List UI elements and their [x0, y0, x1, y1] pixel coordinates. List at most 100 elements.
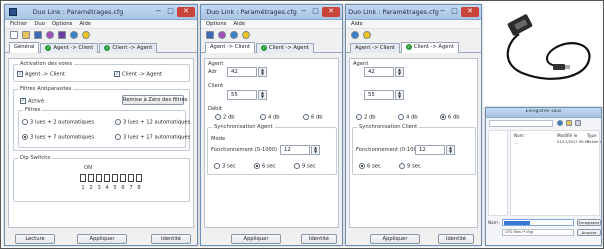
maximize-button[interactable]: □	[165, 7, 176, 17]
remise-zero-button[interactable]: Remise à Zéro des filtres	[122, 95, 188, 105]
help-icon[interactable]	[230, 31, 238, 39]
lecture-button[interactable]: Lecture	[15, 234, 55, 244]
identite-button[interactable]: Identité	[438, 234, 474, 244]
agent-address-spinner[interactable]: ▲ ▼	[395, 67, 404, 77]
dip-switch-1[interactable]	[80, 174, 86, 182]
file-name-input[interactable]	[502, 219, 574, 226]
dip-switch-2[interactable]	[88, 174, 94, 182]
menu-aide[interactable]: Aide	[233, 20, 245, 29]
title-bar[interactable]: Duo Link : Paramétrages.cfg − □ ✕	[346, 5, 481, 20]
tab-client-agent[interactable]: ✓ Client -> Agent	[400, 42, 459, 53]
identite-button[interactable]: Identité	[151, 234, 191, 244]
rate-6db-radio[interactable]: 6 db	[303, 114, 323, 121]
rate-2db-radio[interactable]: 2 db	[215, 114, 235, 121]
client-address-spinner[interactable]: ▲ ▼	[395, 90, 404, 100]
dip-switch-6[interactable]	[120, 174, 126, 182]
open-folder-icon[interactable]	[22, 31, 30, 39]
tab-agent-client[interactable]: Agent -> Client	[205, 42, 255, 53]
agent-client-checkbox[interactable]: ✓ Agent -> Client	[17, 71, 65, 78]
save-icon[interactable]	[34, 31, 42, 39]
dialog-save-button[interactable]: Enregistrer	[577, 219, 601, 226]
close-button[interactable]: ✕	[177, 7, 195, 17]
tab-general[interactable]: Général	[9, 42, 40, 53]
dialog-cancel-button[interactable]: Annuler	[577, 229, 601, 236]
column-type-header[interactable]: Type	[587, 133, 597, 138]
client-address-spinner[interactable]: ▲ ▼	[258, 90, 267, 100]
new-file-icon[interactable]	[10, 31, 18, 39]
write-device-icon[interactable]	[58, 31, 66, 39]
dip-switch-7[interactable]	[128, 174, 134, 182]
client-address-field[interactable]: 55	[227, 90, 257, 100]
close-button[interactable]: ✕	[461, 7, 479, 17]
mode-6sec-label: 6 sec	[367, 163, 381, 170]
dialog-address-bar[interactable]	[489, 120, 553, 127]
dip-switch-4[interactable]	[104, 174, 110, 182]
info-icon[interactable]	[82, 31, 90, 39]
minimize-button[interactable]: −	[437, 7, 448, 17]
mode-9sec-radio[interactable]: 9 sec	[399, 163, 421, 170]
toolbar	[346, 29, 481, 42]
mode-6sec-radio[interactable]: 6 sec	[359, 163, 381, 170]
option-12-auto-radio[interactable]: 3 lues + 12 automatiques	[115, 119, 190, 126]
mode-6sec-radio[interactable]: 6 sec	[254, 163, 276, 170]
option-17-auto-radio[interactable]: 3 lues + 17 automatiques	[115, 134, 190, 141]
option-7-auto-radio[interactable]: 3 lues + 7 automatiques	[22, 134, 94, 141]
tab-agent-client[interactable]: Agent -> Client	[350, 43, 400, 53]
dip-switch-5[interactable]	[112, 174, 118, 182]
save-icon[interactable]	[206, 31, 214, 39]
tab-agent-client[interactable]: ✓ Agent -> Client	[40, 43, 99, 53]
menu-options[interactable]: Options	[52, 20, 72, 29]
identite-button[interactable]: Identité	[301, 234, 337, 244]
menu-options[interactable]: Options	[206, 20, 226, 29]
rate-4db-radio[interactable]: 4 db	[398, 114, 418, 121]
client-agent-checkbox[interactable]: ✓ Client -> Agent	[114, 71, 162, 78]
title-bar[interactable]: Duo Link : Paramétrages.cfg − □ ✕	[5, 5, 197, 20]
fonctionnement-field[interactable]: 12	[280, 145, 310, 155]
file-row-name[interactable]: ...	[514, 140, 518, 145]
maximize-button[interactable]: □	[310, 7, 321, 17]
file-type-select[interactable]: CFG files (*.cfg)	[502, 229, 574, 236]
client-address-field[interactable]: 55	[364, 90, 394, 100]
back-icon[interactable]	[557, 120, 563, 126]
maximize-button[interactable]: □	[449, 7, 460, 17]
fonctionnement-field[interactable]: 12	[415, 145, 445, 155]
close-button[interactable]: ✕	[322, 7, 340, 17]
agent-address-field[interactable]: 42	[364, 67, 394, 77]
read-device-icon[interactable]	[218, 31, 226, 39]
dip-switch-8[interactable]	[136, 174, 142, 182]
menu-duo[interactable]: Duo	[34, 20, 45, 29]
rate-2db-radio[interactable]: 2 db	[356, 114, 376, 121]
info-icon[interactable]	[242, 31, 250, 39]
tab-client-agent[interactable]: ✓ Client -> Agent	[99, 43, 158, 53]
help-icon[interactable]	[351, 31, 359, 39]
minimize-button[interactable]: −	[298, 7, 309, 17]
folder-icon[interactable]	[566, 120, 572, 126]
read-device-icon[interactable]	[46, 31, 54, 39]
appliquer-button[interactable]: Appliquer	[77, 234, 127, 244]
help-icon[interactable]	[70, 31, 78, 39]
option-2-auto-radio[interactable]: 3 lues + 2 automatiques	[22, 119, 94, 126]
mode-3sec-radio[interactable]: 3 sec	[214, 163, 236, 170]
appliquer-button[interactable]: Appliquer	[370, 234, 420, 244]
mode-9sec-radio[interactable]: 9 sec	[294, 163, 316, 170]
title-bar[interactable]: Duo Link : Paramétrages.cfg − □ ✕	[201, 5, 342, 20]
agent-address-spinner[interactable]: ▲ ▼	[258, 67, 267, 77]
fonctionnement-spinner[interactable]: ▲ ▼	[446, 145, 455, 155]
view-icon[interactable]	[575, 120, 581, 126]
rate-6db-radio[interactable]: 6 db	[440, 114, 460, 121]
agent-address-field[interactable]: 42	[227, 67, 257, 77]
dip-switch-3[interactable]	[96, 174, 102, 182]
column-modified-header[interactable]: Modifié le	[557, 133, 577, 138]
appliquer-button[interactable]: Appliquer	[231, 234, 281, 244]
minimize-button[interactable]: −	[153, 7, 164, 17]
tab-client-agent[interactable]: ✓ Client -> Agent	[255, 43, 314, 53]
column-name-header[interactable]: Nom	[514, 133, 524, 138]
menu-aide[interactable]: Aide	[79, 20, 91, 29]
dialog-title-bar[interactable]: Enregistrer sous	[486, 108, 601, 118]
info-icon[interactable]	[363, 31, 371, 39]
menu-aide[interactable]: Aide	[351, 20, 363, 29]
menu-fichier[interactable]: Fichier	[10, 20, 27, 29]
active-checkbox[interactable]: ✓ Activé	[20, 98, 44, 105]
rate-4db-radio[interactable]: 4 db	[260, 114, 280, 121]
fonctionnement-spinner[interactable]: ▲ ▼	[311, 145, 320, 155]
